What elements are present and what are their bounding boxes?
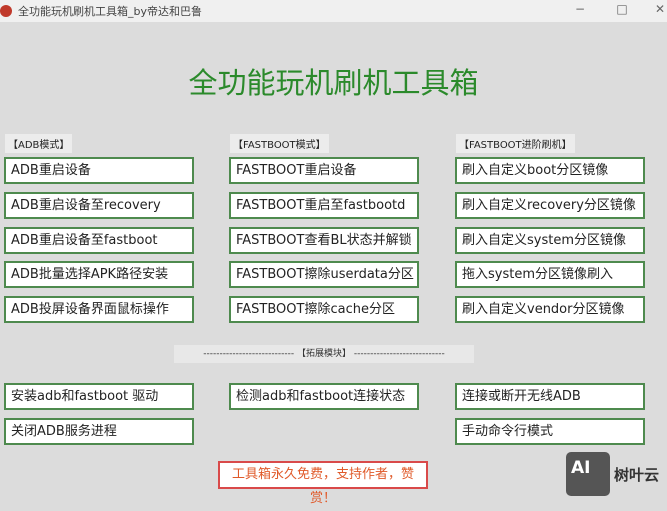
fastboot-reboot-fastbootd-button[interactable]: FASTBOOT重启至fastbootd	[229, 192, 419, 219]
watermark-logo: AI	[566, 452, 610, 496]
check-connection-button[interactable]: 检测adb和fastboot连接状态	[229, 383, 419, 410]
install-driver-button[interactable]: 安装adb和fastboot 驱动	[4, 383, 194, 410]
fastboot-bl-unlock-button[interactable]: FASTBOOT查看BL状态并解锁	[229, 227, 419, 254]
section-label-fastboot: 【FASTBOOT模式】	[230, 134, 329, 153]
drag-system-flash-button[interactable]: 拖入system分区镜像刷入	[455, 261, 645, 288]
section-label-adb: 【ADB模式】	[5, 134, 73, 153]
watermark-text: 树叶云	[614, 465, 660, 484]
flash-boot-button[interactable]: 刷入自定义boot分区镜像	[455, 157, 645, 184]
donate-button[interactable]: 工具箱永久免费，支持作者，赞赏！	[218, 461, 428, 506]
adb-install-apk-button[interactable]: ADB批量选择APK路径安装	[4, 261, 194, 288]
kill-adb-button[interactable]: 关闭ADB服务进程	[4, 418, 194, 445]
close-button[interactable]: ✕	[650, 2, 667, 16]
app-icon	[0, 5, 12, 17]
extension-separator: ---------------------------- 【拓展模块】 ----…	[174, 345, 474, 363]
fastboot-erase-cache-button[interactable]: FASTBOOT擦除cache分区	[229, 296, 419, 323]
command-line-button[interactable]: 手动命令行模式	[455, 418, 645, 445]
window-title: 全功能玩机刷机工具箱_by帝达和巴鲁	[18, 5, 202, 18]
flash-system-button[interactable]: 刷入自定义system分区镜像	[455, 227, 645, 254]
adb-reboot-recovery-button[interactable]: ADB重启设备至recovery	[4, 192, 194, 219]
fastboot-reboot-button[interactable]: FASTBOOT重启设备	[229, 157, 419, 184]
adb-reboot-button[interactable]: ADB重启设备	[4, 157, 194, 184]
maximize-button[interactable]: □	[612, 2, 632, 16]
fastboot-erase-userdata-button[interactable]: FASTBOOT擦除userdata分区	[229, 261, 419, 288]
adb-reboot-fastboot-button[interactable]: ADB重启设备至fastboot	[4, 227, 194, 254]
watermark: AI 树叶云	[566, 452, 659, 496]
flash-vendor-button[interactable]: 刷入自定义vendor分区镜像	[455, 296, 645, 323]
wireless-adb-button[interactable]: 连接或断开无线ADB	[455, 383, 645, 410]
section-label-fastboot-advanced: 【FASTBOOT进阶刷机】	[456, 134, 575, 153]
title-bar: 全功能玩机刷机工具箱_by帝达和巴鲁 − □ ✕	[0, 0, 667, 22]
page-title: 全功能玩机刷机工具箱	[188, 66, 479, 100]
adb-screen-mirror-button[interactable]: ADB投屏设备界面鼠标操作	[4, 296, 194, 323]
flash-recovery-button[interactable]: 刷入自定义recovery分区镜像	[455, 192, 645, 219]
minimize-button[interactable]: −	[570, 2, 590, 16]
